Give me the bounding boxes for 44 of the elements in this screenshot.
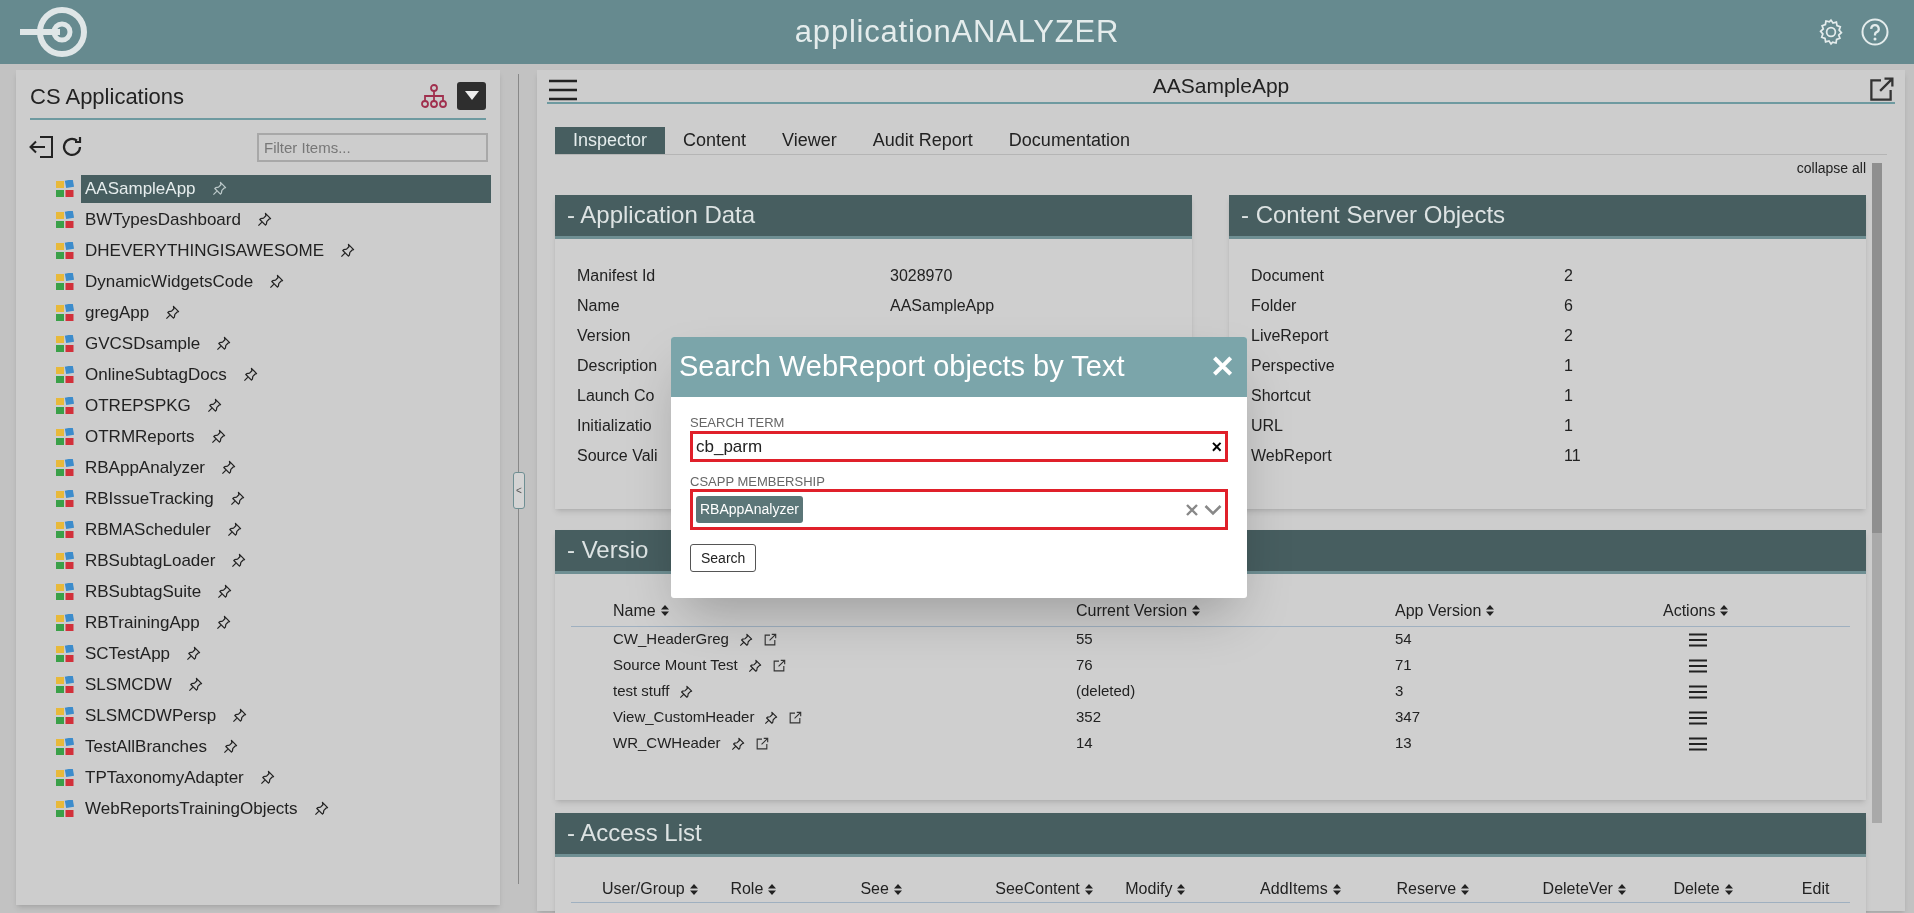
field-value: 1 bbox=[1564, 385, 1573, 406]
field-label: Launch Co bbox=[577, 386, 655, 404]
field-label: LiveReport bbox=[1251, 326, 1329, 344]
field-value: 11 bbox=[1564, 445, 1581, 466]
field-value: 1 bbox=[1564, 355, 1573, 376]
field-label: Folder bbox=[1251, 296, 1297, 314]
field-label: Shortcut bbox=[1251, 386, 1311, 404]
table-cell-text: CW_HeaderGreg bbox=[613, 629, 729, 650]
field-label: CSAPP MEMBERSHIP bbox=[690, 474, 826, 489]
field-value: 2 bbox=[1564, 265, 1573, 286]
table-cell: 3 bbox=[1395, 682, 1404, 700]
field-value: AASampleApp bbox=[890, 295, 995, 316]
field-value: 6 bbox=[1564, 295, 1573, 316]
field-label: Source Vali bbox=[577, 446, 658, 464]
field-value: 2 bbox=[1564, 325, 1573, 346]
table-cell-text: Source Mount Test bbox=[613, 655, 738, 676]
table-cell: 76 bbox=[1076, 656, 1093, 674]
field-value: 3028970 bbox=[890, 265, 953, 286]
field-label: Initializatio bbox=[577, 416, 652, 434]
field-label: Name bbox=[577, 296, 620, 314]
table-cell: (deleted) bbox=[1076, 682, 1136, 700]
field-label: SEARCH TERM bbox=[690, 415, 786, 430]
table-cell-text: test stuff bbox=[613, 681, 670, 702]
page-title: AASampleApp bbox=[1152, 73, 1290, 99]
field-label: Version bbox=[577, 326, 631, 344]
table-cell: 352 bbox=[1076, 708, 1102, 726]
field-label: WebReport bbox=[1251, 446, 1332, 464]
field-label: Manifest Id bbox=[577, 266, 656, 284]
field-label: Perspective bbox=[1251, 356, 1335, 374]
table-cell-text: View_CustomHeader bbox=[613, 707, 755, 728]
table-cell: 13 bbox=[1395, 734, 1412, 752]
field-value: 1 bbox=[1564, 415, 1573, 436]
table-cell: 347 bbox=[1395, 708, 1421, 726]
table-cell: 14 bbox=[1076, 734, 1093, 752]
field-label: URL bbox=[1251, 416, 1283, 434]
table-cell: 55 bbox=[1076, 630, 1093, 648]
table-cell: 71 bbox=[1395, 656, 1412, 674]
panel-title: CS Applications bbox=[30, 82, 185, 111]
field-label: Description bbox=[577, 356, 658, 374]
table-cell-text: WR_CWHeader bbox=[613, 733, 721, 754]
table-cell: 54 bbox=[1395, 630, 1412, 648]
field-label: Document bbox=[1251, 266, 1324, 284]
app-title: applicationANALYZER bbox=[794, 12, 1120, 51]
dialog-title: Search WebReport objects by Text bbox=[679, 349, 1125, 385]
